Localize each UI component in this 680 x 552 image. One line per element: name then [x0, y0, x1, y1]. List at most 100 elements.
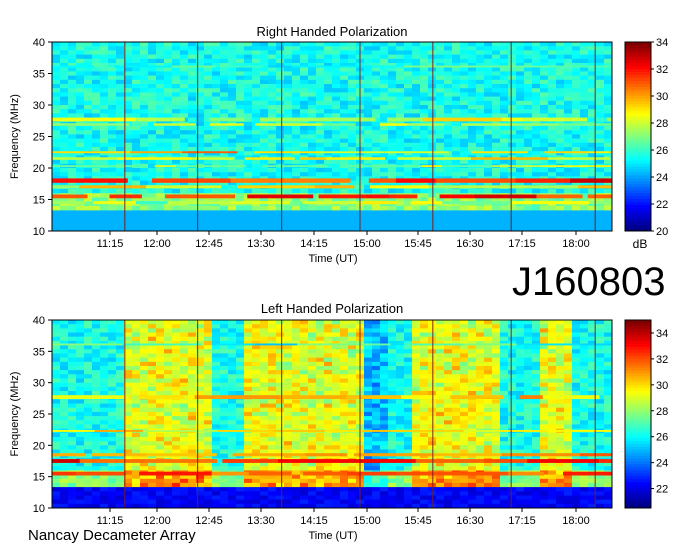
x-tick-label: 15:00 [353, 238, 381, 250]
colorbar-step [625, 118, 651, 123]
spectrogram-cell [540, 100, 549, 106]
spectrogram-cell [172, 336, 181, 342]
spectrogram-cell [156, 391, 165, 396]
spectrogram-cell [92, 361, 101, 367]
emission-band [52, 185, 80, 189]
colorbar-step [625, 115, 651, 120]
spectrogram-cell [164, 466, 173, 471]
spectrogram-cell [484, 84, 493, 89]
spectrogram-cell [268, 324, 277, 329]
spectrogram-cell [516, 147, 525, 152]
emission-band [146, 185, 222, 189]
spectrogram-cell [308, 482, 317, 488]
spectrogram-cell [324, 134, 333, 139]
spectrogram-cell [60, 403, 69, 409]
spectrogram-cell [172, 324, 181, 329]
spectrogram-cell [60, 420, 69, 425]
spectrogram-cell [132, 92, 141, 97]
spectrogram-cell [596, 75, 605, 81]
spectrogram-cell [220, 332, 229, 338]
emission-band [268, 65, 292, 68]
spectrogram-cell [60, 437, 69, 442]
spectrogram-cell [404, 58, 413, 64]
spectrogram-cell [84, 432, 93, 438]
spectrogram-cell [580, 58, 589, 64]
emission-band [470, 151, 528, 154]
spectrogram-cell [388, 345, 397, 350]
spectrogram-cell [308, 168, 317, 173]
spectrogram-cell [404, 71, 413, 76]
spectrogram-cell [420, 96, 429, 102]
spectrogram-cell [388, 374, 397, 379]
spectrogram-cell [308, 361, 317, 367]
spectrogram-cell [268, 320, 277, 325]
emission-band [192, 157, 235, 160]
spectrogram-cell [300, 432, 309, 438]
spectrogram-cell [364, 130, 373, 135]
spectrogram-cell [556, 84, 565, 89]
spectrogram-cell [452, 168, 461, 173]
spectrogram-cell [188, 478, 197, 484]
spectrogram-cell [548, 58, 557, 64]
spectrogram-cell [316, 96, 325, 102]
spectrogram-cell [268, 159, 277, 165]
spectrogram-cell [260, 420, 269, 425]
spectrogram-cell [332, 407, 341, 413]
spectrogram-cell [308, 67, 317, 72]
spectrogram-cell [308, 357, 317, 363]
spectrogram-cell [364, 345, 373, 350]
spectrogram-cell [52, 92, 61, 97]
spectrogram-cell [84, 332, 93, 338]
spectrogram-cell [388, 42, 397, 47]
spectrogram-cell [292, 134, 301, 139]
spectrogram-cell [308, 424, 317, 429]
spectrogram-cell [316, 75, 325, 81]
colorbar-step [625, 86, 651, 90]
spectrogram-cell [396, 126, 405, 131]
spectrogram-cell [300, 159, 309, 165]
spectrogram-cell [140, 324, 149, 329]
spectrogram-cell [212, 105, 221, 110]
spectrogram-cell [596, 88, 605, 93]
spectrogram-cell [252, 92, 261, 97]
x-tick-label: 17:15 [508, 238, 536, 250]
spectrogram-cell [540, 96, 549, 102]
spectrogram-cell [444, 67, 453, 72]
spectrogram-cell [332, 189, 341, 194]
spectrogram-cell [76, 138, 85, 144]
spectrogram-cell [308, 437, 317, 442]
spectrogram-cell [460, 205, 469, 211]
spectrogram-cell [516, 54, 525, 60]
spectrogram-cell [524, 134, 533, 139]
spectrogram-cell [244, 407, 253, 413]
spectrogram-cell [468, 126, 477, 131]
spectrogram-cell [364, 357, 373, 363]
spectrogram-cell [180, 353, 189, 358]
spectrogram-cell [172, 205, 181, 211]
spectrogram-cell [316, 420, 325, 425]
spectrogram-cell [148, 142, 157, 148]
spectrogram-cell [52, 336, 61, 342]
spectrogram-cell [180, 172, 189, 177]
spectrogram-cell [220, 88, 229, 93]
spectrogram-cell [188, 189, 197, 194]
spectrogram-cell [268, 71, 277, 76]
spectrogram-cell [84, 134, 93, 139]
spectrogram-cell [276, 374, 285, 379]
spectrogram-cell [332, 445, 341, 450]
spectrogram-cell [396, 134, 405, 139]
spectrogram-cell [388, 75, 397, 81]
spectrogram-cell [348, 482, 357, 488]
spectrogram-cell [204, 105, 213, 110]
spectrogram-cell [380, 42, 389, 47]
spectrogram-cell [220, 159, 229, 165]
spectrogram-cell [228, 345, 237, 350]
spectrogram-cell [300, 324, 309, 329]
spectrogram-cell [116, 134, 125, 139]
spectrogram-cell [260, 67, 269, 72]
spectrogram-cell [244, 205, 253, 211]
spectrogram-cell [68, 416, 77, 421]
spectrogram-cell [500, 96, 509, 102]
spectrogram-cell [404, 105, 413, 110]
spectrogram-cell [516, 88, 525, 93]
